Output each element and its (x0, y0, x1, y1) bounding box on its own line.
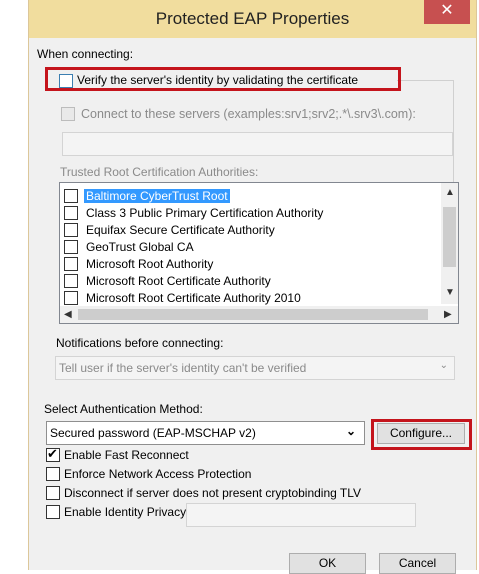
vertical-scrollbar[interactable]: ▲ ▼ (441, 183, 458, 304)
group-border (397, 80, 453, 81)
up-arrow-icon[interactable]: ▲ (445, 187, 455, 198)
verify-label[interactable]: Verify the server's identity by validati… (77, 73, 358, 87)
connect-servers-checkbox[interactable] (61, 107, 75, 121)
identity-privacy-label[interactable]: Enable Identity Privacy (64, 505, 186, 519)
cancel-button[interactable]: Cancel (379, 553, 456, 574)
auth-method-value: Secured password (EAP-MSCHAP v2) (50, 426, 256, 440)
identity-privacy-checkbox[interactable] (46, 505, 60, 519)
title-bar: Protected EAP Properties ✕ (29, 0, 476, 38)
connect-servers-label: Connect to these servers (examples:srv1;… (81, 107, 416, 121)
cert-name: Baltimore CyberTrust Root (84, 189, 230, 203)
check-icon: ✔ (47, 446, 58, 461)
trusted-root-label: Trusted Root Certification Authorities: (60, 165, 259, 179)
cert-name: Microsoft Root Certificate Authority (86, 274, 271, 288)
servers-input[interactable] (62, 132, 453, 156)
peap-dialog: Protected EAP Properties ✕ When connecti… (28, 0, 477, 574)
cert-checkbox[interactable] (64, 257, 78, 271)
cert-name: Class 3 Public Primary Certification Aut… (86, 206, 324, 220)
scroll-thumb[interactable] (78, 309, 428, 320)
horizontal-scrollbar[interactable]: ◀ ▶ (60, 306, 458, 323)
auth-method-select[interactable]: Secured password (EAP-MSCHAP v2) ⌄ (46, 421, 365, 445)
chevron-down-icon: ⌄ (439, 360, 448, 371)
cert-name: Microsoft Root Certificate Authority 201… (86, 291, 301, 305)
notifications-select[interactable]: Tell user if the server's identity can't… (55, 356, 455, 380)
down-arrow-icon[interactable]: ▼ (445, 287, 455, 298)
cert-authorities-list[interactable]: Baltimore CyberTrust Root Class 3 Public… (59, 182, 459, 324)
cert-checkbox[interactable] (64, 274, 78, 288)
identity-privacy-input[interactable] (186, 503, 416, 527)
notifications-value: Tell user if the server's identity can't… (59, 361, 307, 375)
left-arrow-icon[interactable]: ◀ (64, 309, 72, 320)
cert-checkbox[interactable] (64, 291, 78, 305)
cert-checkbox[interactable] (64, 189, 78, 203)
cryptobinding-label[interactable]: Disconnect if server does not present cr… (64, 486, 361, 500)
close-button[interactable]: ✕ (424, 0, 470, 24)
fast-reconnect-label[interactable]: Enable Fast Reconnect (64, 448, 189, 462)
window-title: Protected EAP Properties (155, 9, 350, 28)
cert-checkbox[interactable] (64, 206, 78, 220)
close-icon: ✕ (440, 2, 454, 19)
scroll-thumb[interactable] (443, 207, 456, 267)
chevron-down-icon: ⌄ (345, 424, 356, 438)
cert-checkbox[interactable] (64, 223, 78, 237)
configure-button[interactable]: Configure... (377, 423, 465, 444)
nap-label[interactable]: Enforce Network Access Protection (64, 467, 251, 481)
cryptobinding-checkbox[interactable] (46, 486, 60, 500)
right-arrow-icon[interactable]: ▶ (444, 309, 452, 320)
ok-button[interactable]: OK (289, 553, 366, 574)
fast-reconnect-checkbox[interactable]: ✔ (46, 446, 60, 462)
cert-name: GeoTrust Global CA (86, 240, 194, 254)
cert-checkbox[interactable] (64, 240, 78, 254)
nap-checkbox[interactable] (46, 467, 60, 481)
when-connecting-heading: When connecting: (37, 47, 134, 61)
auth-method-label: Select Authentication Method: (44, 402, 203, 416)
verify-checkbox[interactable] (59, 74, 73, 88)
cert-name: Microsoft Root Authority (86, 257, 214, 271)
notifications-label: Notifications before connecting: (56, 336, 224, 350)
cert-name: Equifax Secure Certificate Authority (86, 223, 275, 237)
